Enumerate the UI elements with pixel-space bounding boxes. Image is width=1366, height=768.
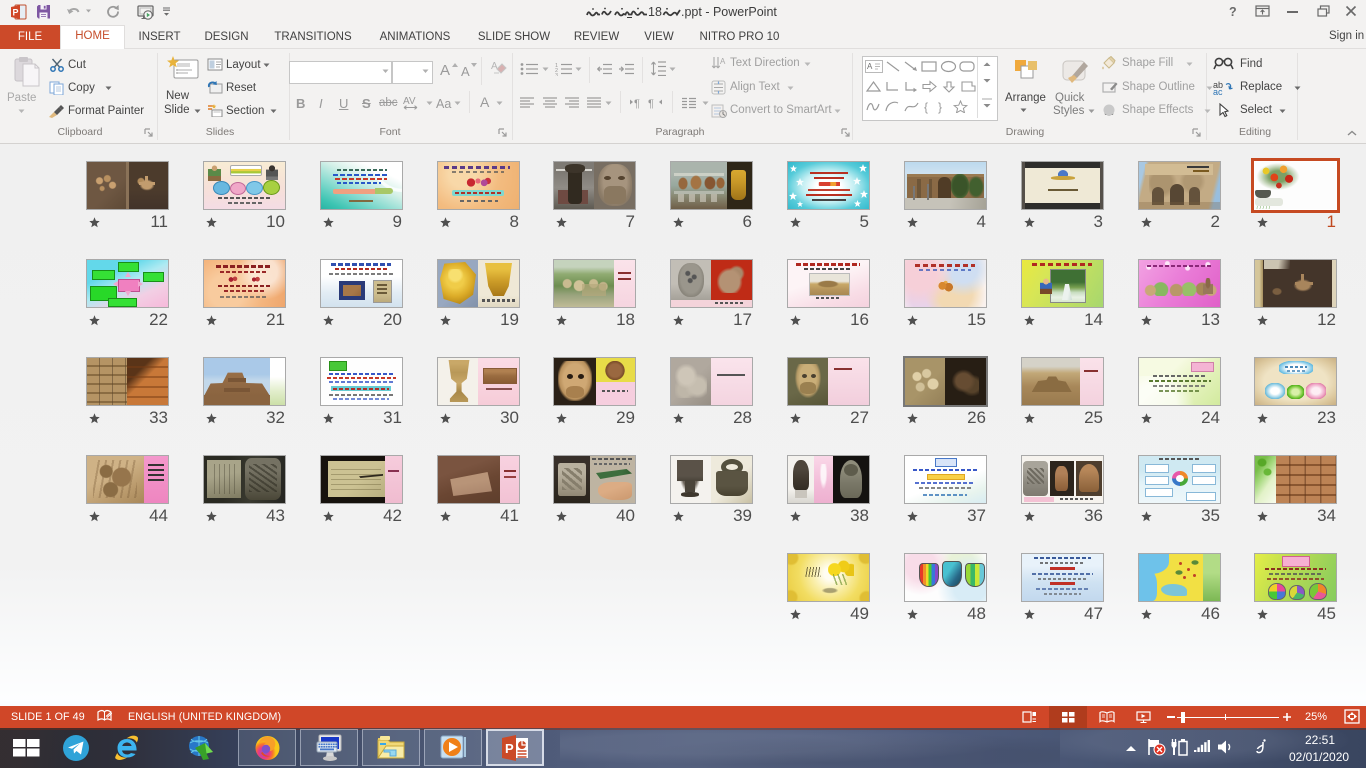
svg-text:{: { — [924, 100, 928, 114]
svg-text:P: P — [12, 8, 18, 18]
svg-text:¶: ¶ — [634, 98, 640, 109]
svg-text:ac: ac — [1213, 87, 1223, 95]
svg-text:¶: ¶ — [648, 98, 654, 109]
svg-text:A: A — [491, 61, 498, 72]
svg-text:P: P — [505, 741, 514, 756]
svg-text:A: A — [867, 62, 873, 71]
svg-text:3: 3 — [555, 73, 558, 76]
svg-text:A: A — [720, 57, 726, 66]
svg-text:}: } — [938, 100, 942, 114]
svg-text:AV: AV — [403, 96, 416, 107]
